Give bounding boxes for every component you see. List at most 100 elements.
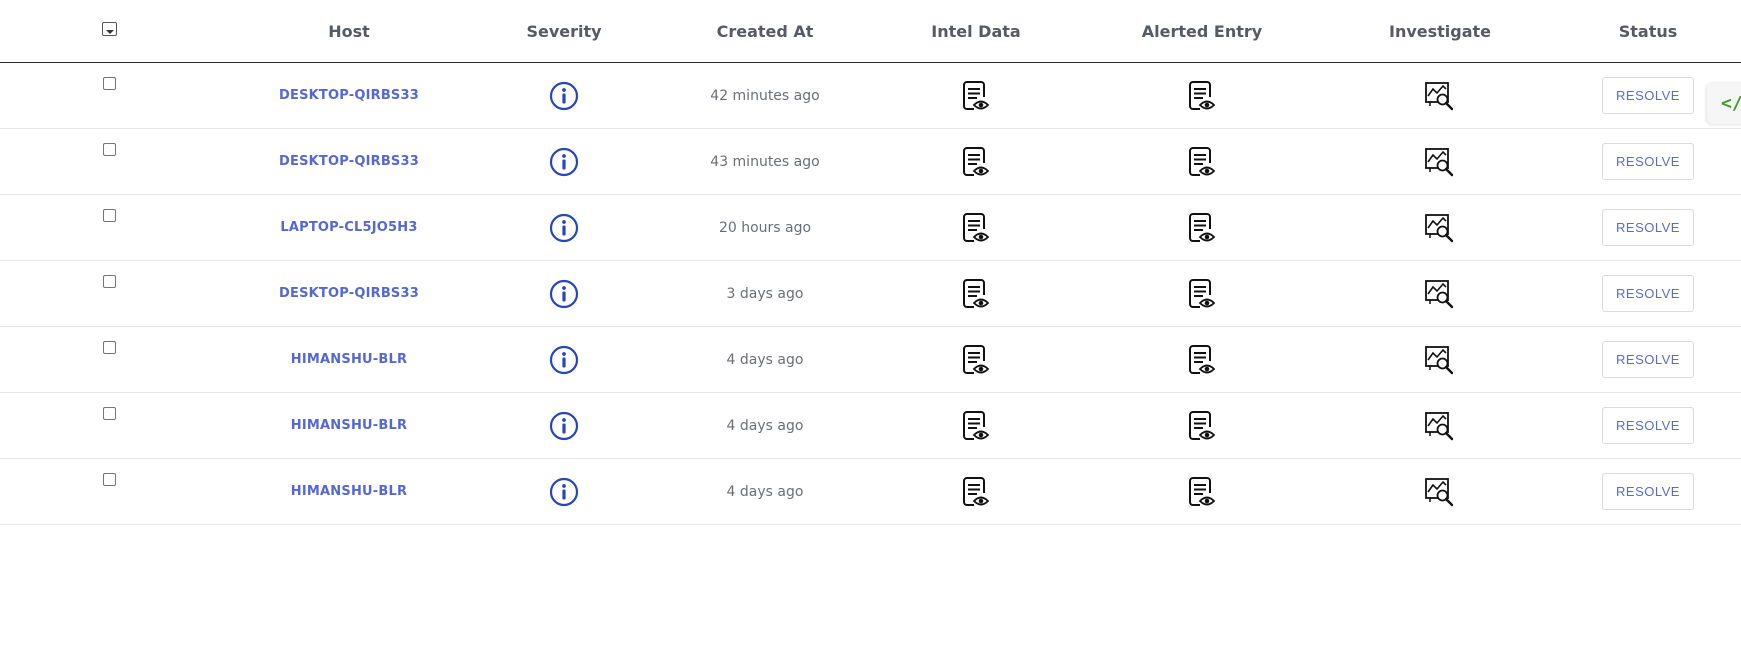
host-cell: DESKTOP-QIRBS33 (239, 129, 459, 194)
created-at-cell: 3 days ago (665, 261, 865, 326)
header-severity[interactable]: Severity (519, 0, 609, 62)
host-link[interactable]: DESKTOP-QIRBS33 (279, 286, 419, 301)
investigate-cell (1365, 327, 1515, 392)
resolve-button[interactable]: RESOLVE (1602, 209, 1694, 246)
intel-data-document-eye-icon[interactable] (961, 212, 991, 244)
severity-cell (519, 195, 609, 260)
row-checkbox[interactable] (102, 209, 116, 222)
chart-magnifier-icon[interactable] (1424, 344, 1456, 376)
resolve-button[interactable]: RESOLVE (1602, 143, 1694, 180)
created-at-cell: 20 hours ago (665, 195, 865, 260)
chart-magnifier-icon[interactable] (1424, 476, 1456, 508)
row-checkbox[interactable] (102, 275, 116, 288)
alerted-entry-cell (1117, 195, 1287, 260)
investigate-cell (1365, 459, 1515, 524)
resolve-button[interactable]: RESOLVE (1602, 407, 1694, 444)
severity-cell (519, 327, 609, 392)
intel-data-document-eye-icon[interactable] (961, 410, 991, 442)
host-link[interactable]: HIMANSHU-BLR (291, 352, 407, 367)
host-link[interactable]: HIMANSHU-BLR (291, 484, 407, 499)
host-link[interactable]: LAPTOP-CL5JO5H3 (280, 220, 417, 235)
header-host[interactable]: Host (239, 0, 459, 62)
created-at-cell: 4 days ago (665, 393, 865, 458)
intel-data-document-eye-icon[interactable] (961, 80, 991, 112)
status-cell: RESOLVE (1593, 261, 1703, 326)
alerts-page: Host Severity Created At Intel Data Aler… (0, 0, 1741, 648)
table-row: HIMANSHU-BLR 4 days ago RESOLVE (0, 327, 1741, 393)
intel-data-cell (906, 261, 1046, 326)
alerted-entry-cell (1117, 327, 1287, 392)
alerted-entry-cell (1117, 393, 1287, 458)
intel-data-cell (906, 327, 1046, 392)
host-cell: HIMANSHU-BLR (239, 393, 459, 458)
chart-magnifier-icon[interactable] (1424, 146, 1456, 178)
row-checkbox[interactable] (102, 473, 116, 486)
resolve-button[interactable]: RESOLVE (1602, 473, 1694, 510)
host-cell: HIMANSHU-BLR (239, 327, 459, 392)
created-at-text: 42 minutes ago (710, 87, 820, 104)
info-circle-icon[interactable] (549, 81, 579, 111)
intel-data-document-eye-icon[interactable] (961, 146, 991, 178)
created-at-text: 3 days ago (726, 285, 804, 302)
alerted-entry-document-eye-icon[interactable] (1187, 410, 1217, 442)
chart-magnifier-icon[interactable] (1424, 410, 1456, 442)
severity-cell (519, 393, 609, 458)
host-link[interactable]: DESKTOP-QIRBS33 (279, 154, 419, 169)
alerted-entry-document-eye-icon[interactable] (1187, 344, 1217, 376)
alerted-entry-document-eye-icon[interactable] (1187, 80, 1217, 112)
intel-data-cell (906, 459, 1046, 524)
info-circle-icon[interactable] (549, 213, 579, 243)
alerted-entry-document-eye-icon[interactable] (1187, 146, 1217, 178)
host-link[interactable]: DESKTOP-QIRBS33 (279, 88, 419, 103)
info-circle-icon[interactable] (549, 345, 579, 375)
resolve-button[interactable]: RESOLVE (1602, 341, 1694, 378)
row-select-cell (89, 129, 129, 194)
header-status: Status (1618, 21, 1678, 41)
resolve-button[interactable]: RESOLVE (1602, 77, 1694, 114)
table-row: HIMANSHU-BLR 4 days ago RESOLVE (0, 459, 1741, 525)
investigate-cell (1365, 261, 1515, 326)
intel-data-document-eye-icon[interactable] (961, 476, 991, 508)
created-at-text: 43 minutes ago (710, 153, 820, 170)
code-side-tab[interactable]: </ (1707, 82, 1741, 124)
created-at-cell: 4 days ago (665, 327, 865, 392)
chart-magnifier-icon[interactable] (1424, 212, 1456, 244)
host-cell: HIMANSHU-BLR (239, 459, 459, 524)
chart-magnifier-icon[interactable] (1424, 80, 1456, 112)
intel-data-cell (906, 195, 1046, 260)
alerted-entry-document-eye-icon[interactable] (1187, 278, 1217, 310)
row-checkbox[interactable] (102, 77, 116, 90)
header-investigate: Investigate (1388, 21, 1492, 41)
status-cell: RESOLVE (1593, 327, 1703, 392)
alerted-entry-document-eye-icon[interactable] (1187, 212, 1217, 244)
alerted-entry-cell (1117, 459, 1287, 524)
table-row: LAPTOP-CL5JO5H3 20 hours ago RESOLVE (0, 195, 1741, 261)
info-circle-icon[interactable] (549, 279, 579, 309)
row-select-cell (89, 63, 129, 128)
resolve-button[interactable]: RESOLVE (1602, 275, 1694, 312)
row-checkbox[interactable] (102, 143, 116, 156)
table-row: DESKTOP-QIRBS33 43 minutes ago RESOLVE (0, 129, 1741, 195)
alerted-entry-document-eye-icon[interactable] (1187, 476, 1217, 508)
row-select-cell (89, 393, 129, 458)
table-row: DESKTOP-QIRBS33 42 minutes ago RESOLVE (0, 63, 1741, 129)
alerted-entry-cell (1117, 261, 1287, 326)
severity-cell (519, 129, 609, 194)
row-checkbox[interactable] (102, 407, 116, 420)
host-cell: DESKTOP-QIRBS33 (239, 261, 459, 326)
host-link[interactable]: HIMANSHU-BLR (291, 418, 407, 433)
info-circle-icon[interactable] (549, 147, 579, 177)
status-cell: RESOLVE (1593, 459, 1703, 524)
created-at-text: 4 days ago (726, 351, 804, 368)
intel-data-document-eye-icon[interactable] (961, 344, 991, 376)
chart-magnifier-icon[interactable] (1424, 278, 1456, 310)
intel-data-cell (906, 129, 1046, 194)
header-created-at[interactable]: Created At (665, 0, 865, 62)
row-checkbox[interactable] (102, 341, 116, 354)
investigate-cell (1365, 129, 1515, 194)
select-all-dropdown-icon[interactable] (101, 22, 117, 36)
header-intel-data: Intel Data (931, 21, 1021, 41)
info-circle-icon[interactable] (549, 477, 579, 507)
info-circle-icon[interactable] (549, 411, 579, 441)
intel-data-document-eye-icon[interactable] (961, 278, 991, 310)
